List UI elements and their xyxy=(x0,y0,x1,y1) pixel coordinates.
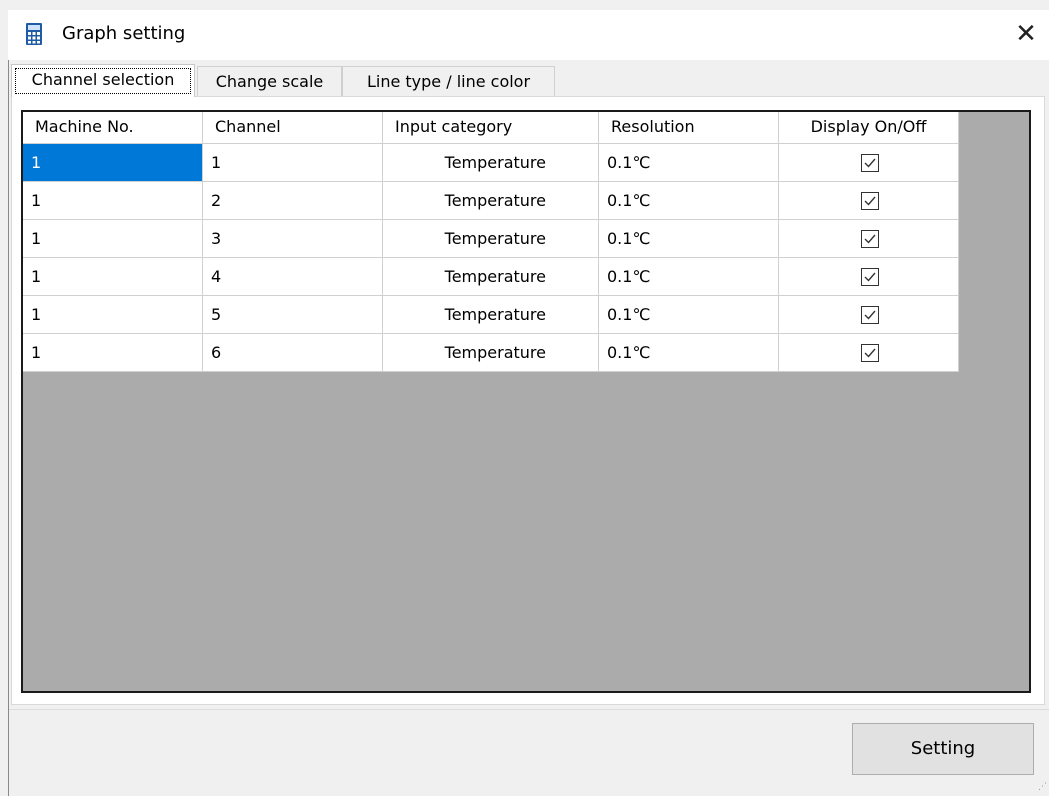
tab-change-scale[interactable]: Change scale xyxy=(197,66,342,96)
table-cell-machine[interactable]: 1 xyxy=(23,182,203,220)
table-cell-resolution[interactable]: 0.1℃ xyxy=(599,144,779,182)
table-cell-machine[interactable]: 1 xyxy=(23,220,203,258)
table-cell-display xyxy=(779,182,959,220)
table-cell-machine[interactable]: 1 xyxy=(23,296,203,334)
table-cell-channel[interactable]: 1 xyxy=(203,144,383,182)
table-cell-machine[interactable]: 1 xyxy=(23,258,203,296)
footer-separator xyxy=(9,709,1049,710)
table-cell-category[interactable]: Temperature xyxy=(383,144,599,182)
display-checkbox[interactable] xyxy=(861,154,879,172)
table-cell-display xyxy=(779,258,959,296)
setting-button[interactable]: Setting xyxy=(852,723,1034,775)
table-cell-resolution[interactable]: 0.1℃ xyxy=(599,334,779,372)
table-cell-resolution[interactable]: 0.1℃ xyxy=(599,182,779,220)
table-cell-display xyxy=(779,334,959,372)
tab-line-type-line-color[interactable]: Line type / line color xyxy=(342,66,555,96)
table-cell-channel[interactable]: 3 xyxy=(203,220,383,258)
close-icon[interactable]: ✕ xyxy=(1008,16,1044,52)
table-cell-channel[interactable]: 4 xyxy=(203,258,383,296)
display-checkbox[interactable] xyxy=(861,192,879,210)
table-cell-display xyxy=(779,144,959,182)
table-cell-category[interactable]: Temperature xyxy=(383,258,599,296)
display-checkbox[interactable] xyxy=(861,306,879,324)
column-header-channel[interactable]: Channel xyxy=(203,112,383,144)
column-header-input-category[interactable]: Input category xyxy=(383,112,599,144)
title-bar: Graph setting ✕ xyxy=(8,10,1049,60)
tab-label: Channel selection xyxy=(31,70,175,89)
table-cell-category[interactable]: Temperature xyxy=(383,296,599,334)
table-cell-channel[interactable]: 6 xyxy=(203,334,383,372)
table-cell-machine[interactable]: 1 xyxy=(23,334,203,372)
display-checkbox[interactable] xyxy=(861,268,879,286)
tab-label: Line type / line color xyxy=(366,72,531,91)
table-cell-resolution[interactable]: 0.1℃ xyxy=(599,258,779,296)
table-cell-machine[interactable]: 1 xyxy=(23,144,203,182)
table-cell-display xyxy=(779,296,959,334)
checkmark-icon xyxy=(864,348,876,358)
display-checkbox[interactable] xyxy=(861,344,879,362)
checkmark-icon xyxy=(864,196,876,206)
table-cell-category[interactable]: Temperature xyxy=(383,220,599,258)
table-cell-resolution[interactable]: 0.1℃ xyxy=(599,220,779,258)
checkmark-icon xyxy=(864,234,876,244)
column-header-resolution[interactable]: Resolution xyxy=(599,112,779,144)
checkmark-icon xyxy=(864,272,876,282)
table-cell-channel[interactable]: 5 xyxy=(203,296,383,334)
table-cell-resolution[interactable]: 0.1℃ xyxy=(599,296,779,334)
graph-setting-window: Graph setting ✕ Channel selection Change… xyxy=(0,0,1049,796)
tab-label: Change scale xyxy=(215,72,324,91)
table-cell-display xyxy=(779,220,959,258)
window-title: Graph setting xyxy=(62,23,186,44)
channel-grid[interactable]: Machine No. Channel Input category Resol… xyxy=(21,110,1031,693)
checkmark-icon xyxy=(864,158,876,168)
resize-grip-icon[interactable]: ⋰ xyxy=(1038,782,1047,792)
table-cell-category[interactable]: Temperature xyxy=(383,182,599,220)
calculator-icon xyxy=(26,23,42,45)
display-checkbox[interactable] xyxy=(861,230,879,248)
column-header-display-on-off[interactable]: Display On/Off xyxy=(779,112,959,144)
tab-channel-selection[interactable]: Channel selection xyxy=(11,64,195,97)
column-header-machine-no[interactable]: Machine No. xyxy=(23,112,203,144)
window-left-border xyxy=(8,60,9,796)
table-cell-channel[interactable]: 2 xyxy=(203,182,383,220)
checkmark-icon xyxy=(864,310,876,320)
table-cell-category[interactable]: Temperature xyxy=(383,334,599,372)
